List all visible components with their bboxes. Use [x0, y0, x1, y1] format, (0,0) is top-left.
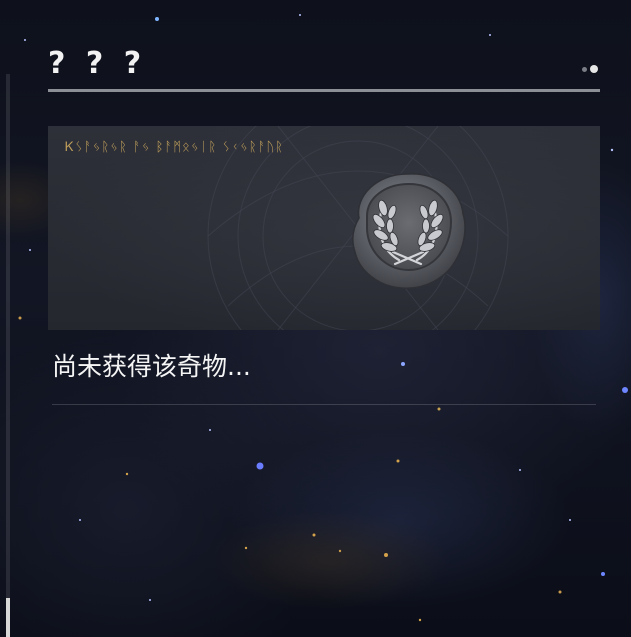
item-card: Ꮶᛊᚨᛃᚱᛃᚱ ᚨᛃ ᛒᚨᛗᛟᛃᛁᚱ ᛊᚲᛃᚱᚨᚢᚱ — [48, 126, 600, 330]
page-dot-1[interactable] — [582, 66, 587, 72]
page-dot-2-active[interactable] — [590, 65, 598, 73]
title-divider — [48, 89, 600, 92]
not-obtained-status: 尚未获得该奇物... — [52, 352, 251, 381]
laurel-seal-icon — [352, 173, 466, 289]
card-background-pattern — [48, 126, 600, 330]
section-divider — [52, 404, 596, 405]
page-indicator — [582, 65, 598, 73]
card-rune-inscription: Ꮶᛊᚨᛃᚱᛃᚱ ᚨᛃ ᛒᚨᛗᛟᛃᛁᚱ ᛊᚲᛃᚱᚨᚢᚱ — [65, 140, 284, 155]
scrollbar-track[interactable] — [6, 74, 10, 637]
page-title: ? ? ? — [48, 46, 147, 81]
collection-panel: ? ? ? Ꮶᛊᚨᛃᚱᛃᚱ ᚨᛃ ᛒᚨᛗᛟᛃᛁᚱ ᛊᚲᛃᚱᚨᚢᚱ 尚未获得该奇物… — [0, 0, 631, 637]
scrollbar-thumb[interactable] — [6, 598, 10, 637]
